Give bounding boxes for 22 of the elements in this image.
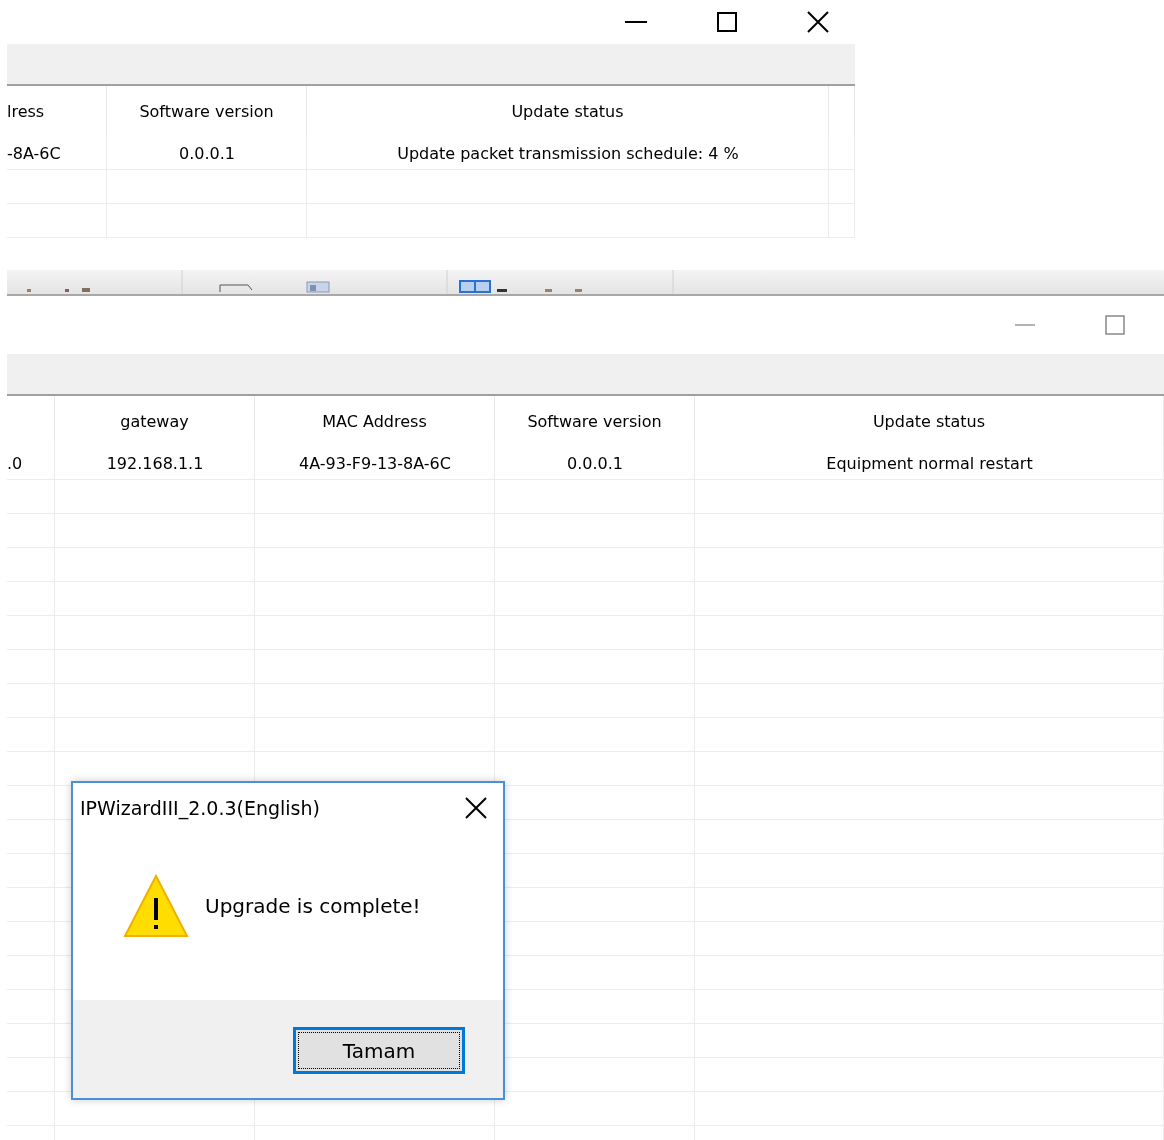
column-header[interactable]: Update status <box>511 101 624 121</box>
dialog-title: IPWizardIII_2.0.3(English) <box>80 797 320 819</box>
column-header[interactable]: gateway <box>120 411 189 431</box>
table-cell: 192.168.1.1 <box>106 453 204 473</box>
ok-button[interactable]: Tamam <box>293 1027 465 1074</box>
column-header[interactable]: Software version <box>527 411 662 431</box>
table-cell: 4A-93-F9-13-8A-6C <box>299 453 451 473</box>
column-header[interactable]: Software version <box>139 101 274 121</box>
table-cell: 0.0.0.1 <box>567 453 623 473</box>
column-header[interactable]: Update status <box>872 411 986 431</box>
column-header[interactable]: lress <box>7 101 45 121</box>
dialog-message: Upgrade is complete! <box>205 893 421 918</box>
warning-icon <box>123 873 189 938</box>
table-cell: -8A-6C <box>7 143 61 163</box>
table-cell: Equipment normal restart <box>826 453 1033 473</box>
close-icon[interactable] <box>465 797 487 819</box>
table-cell: .0 <box>7 453 23 473</box>
table-cell: Update packet transmission schedule: 4 % <box>397 143 739 163</box>
maximize-icon[interactable] <box>717 12 737 32</box>
table-cell: 0.0.0.1 <box>179 143 235 163</box>
column-header[interactable]: MAC Address <box>322 411 427 431</box>
close-icon[interactable] <box>807 11 829 33</box>
